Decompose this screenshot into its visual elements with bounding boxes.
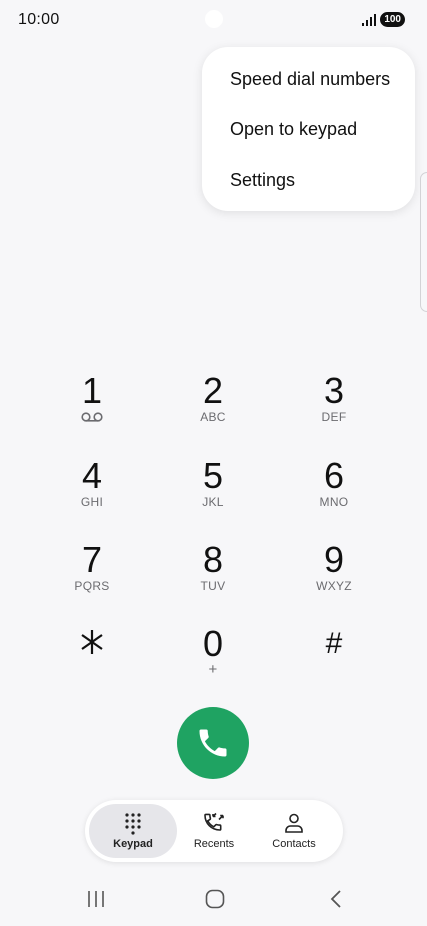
key-digit: #: [325, 627, 343, 660]
tab-keypad[interactable]: Keypad: [89, 804, 177, 858]
status-time: 10:00: [18, 11, 60, 28]
key-digit: 8: [202, 539, 224, 580]
key-5[interactable]: 5 JKL: [158, 457, 268, 529]
front-camera: [205, 10, 223, 28]
status-indicators: 100: [361, 12, 405, 27]
key-letters: DEF: [321, 410, 347, 424]
key-digit: 7: [81, 539, 103, 580]
key-letters: ABC: [200, 410, 226, 424]
key-digit: 3: [323, 370, 345, 411]
key-digit: 0: [202, 623, 224, 664]
menu-item-open-to-keypad[interactable]: Open to keypad: [230, 119, 357, 140]
status-bar: 10:00 100: [0, 0, 427, 44]
key-8[interactable]: 8 TUV: [158, 541, 268, 613]
key-0[interactable]: 0 +: [158, 625, 268, 697]
key-3[interactable]: 3 DEF: [279, 372, 389, 444]
tab-label: Recents: [193, 838, 235, 850]
tab-contacts[interactable]: Contacts: [251, 804, 337, 858]
bottom-tab-bar: Keypad Recents Contacts: [85, 800, 343, 862]
tab-label: Contacts: [272, 838, 316, 850]
phone-icon: [199, 729, 227, 757]
edge-panel-handle[interactable]: [420, 172, 427, 312]
call-button[interactable]: [177, 707, 249, 779]
key-letters: MNO: [319, 495, 349, 509]
menu-item-settings[interactable]: Settings: [230, 170, 295, 191]
key-1[interactable]: 1: [37, 372, 147, 444]
key-6[interactable]: 6 MNO: [279, 457, 389, 529]
key-hash[interactable]: #: [279, 625, 389, 697]
key-digit: 1: [81, 370, 103, 411]
back-icon: [330, 890, 341, 908]
contacts-icon: [285, 813, 303, 833]
key-letters: PQRS: [74, 579, 110, 593]
key-digit: 4: [81, 455, 103, 496]
home-button[interactable]: [204, 888, 226, 915]
battery-icon: 100: [380, 12, 405, 27]
overflow-menu: Speed dial numbers Open to keypad Settin…: [202, 47, 415, 211]
key-letters: +: [208, 661, 218, 678]
key-7[interactable]: 7 PQRS: [37, 541, 147, 613]
tab-label: Keypad: [113, 838, 153, 850]
key-letters: TUV: [200, 579, 226, 593]
key-letters: WXYZ: [316, 579, 352, 593]
key-2[interactable]: 2 ABC: [158, 372, 268, 444]
key-letters: GHI: [80, 495, 104, 509]
recents-icon: [204, 812, 224, 831]
key-star[interactable]: *: [37, 625, 147, 697]
back-button[interactable]: [325, 888, 347, 915]
key-digit: 6: [323, 455, 345, 496]
tab-recents[interactable]: Recents: [171, 804, 257, 858]
key-digit: 2: [202, 370, 224, 411]
menu-item-speed-dial[interactable]: Speed dial numbers: [230, 69, 390, 90]
recent-apps-button[interactable]: [85, 888, 107, 915]
dialpad-icon: [125, 813, 141, 835]
key-letters: JKL: [202, 495, 224, 509]
key-9[interactable]: 9 WXYZ: [279, 541, 389, 613]
key-4[interactable]: 4 GHI: [37, 457, 147, 529]
signal-icon: [361, 13, 377, 27]
home-icon: [205, 889, 225, 909]
system-nav-bar: [0, 880, 427, 920]
key-digit: 9: [323, 539, 345, 580]
asterisk-icon: [81, 630, 103, 654]
recent-apps-icon: [88, 891, 104, 907]
voicemail-icon: [81, 412, 103, 422]
key-digit: 5: [202, 455, 224, 496]
